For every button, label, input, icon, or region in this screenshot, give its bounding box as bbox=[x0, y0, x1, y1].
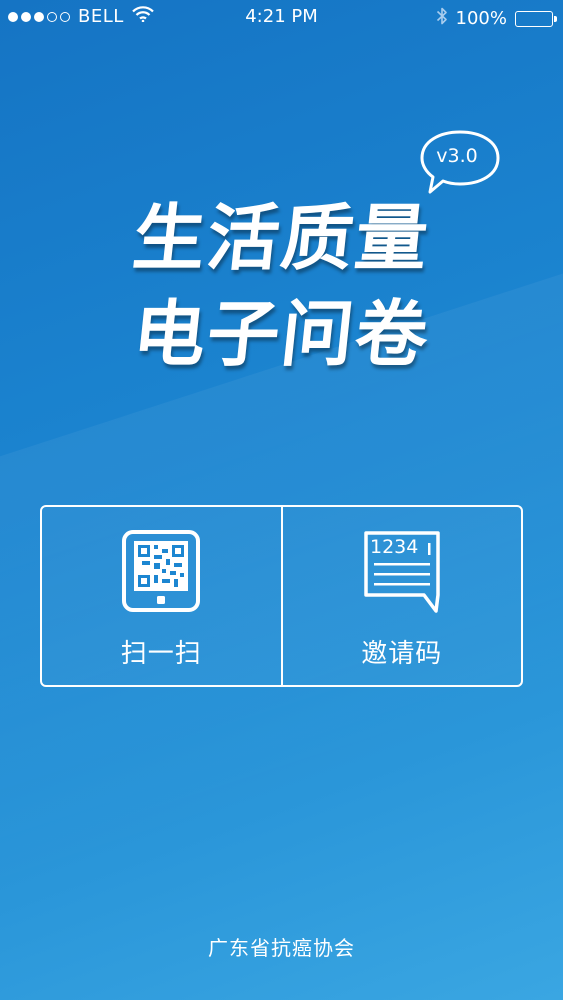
version-label: v3.0 bbox=[436, 145, 478, 167]
bluetooth-icon bbox=[436, 6, 448, 31]
qr-scan-tablet-icon bbox=[122, 530, 201, 612]
status-bar-right: 100% bbox=[436, 6, 557, 31]
title-line-1: 生活质量 bbox=[129, 196, 434, 280]
battery-percent: 100% bbox=[455, 8, 507, 29]
invite-code-button[interactable]: 1234 邀请码 bbox=[280, 507, 522, 685]
app-title: 生活质量 电子问卷 bbox=[0, 190, 563, 382]
footer-organization: 广东省抗癌协会 bbox=[208, 936, 355, 960]
action-panel: 扫一扫 1234 邀请码 bbox=[40, 505, 523, 687]
invite-code-message-icon: 1234 bbox=[364, 531, 440, 613]
app-screen: BELL 4:21 PM 100% v3.0 生活质量 电子问卷 扫一扫 123… bbox=[0, 0, 563, 1000]
scan-button[interactable]: 扫一扫 bbox=[42, 507, 281, 685]
scan-button-label: 扫一扫 bbox=[120, 639, 202, 669]
invite-code-button-label: 邀请码 bbox=[361, 639, 443, 669]
battery-icon bbox=[515, 10, 557, 27]
title-line-2: 电子问卷 bbox=[129, 292, 434, 376]
invite-code-icon-text: 1234 bbox=[370, 536, 418, 558]
status-bar: BELL 4:21 PM 100% bbox=[0, 0, 563, 34]
